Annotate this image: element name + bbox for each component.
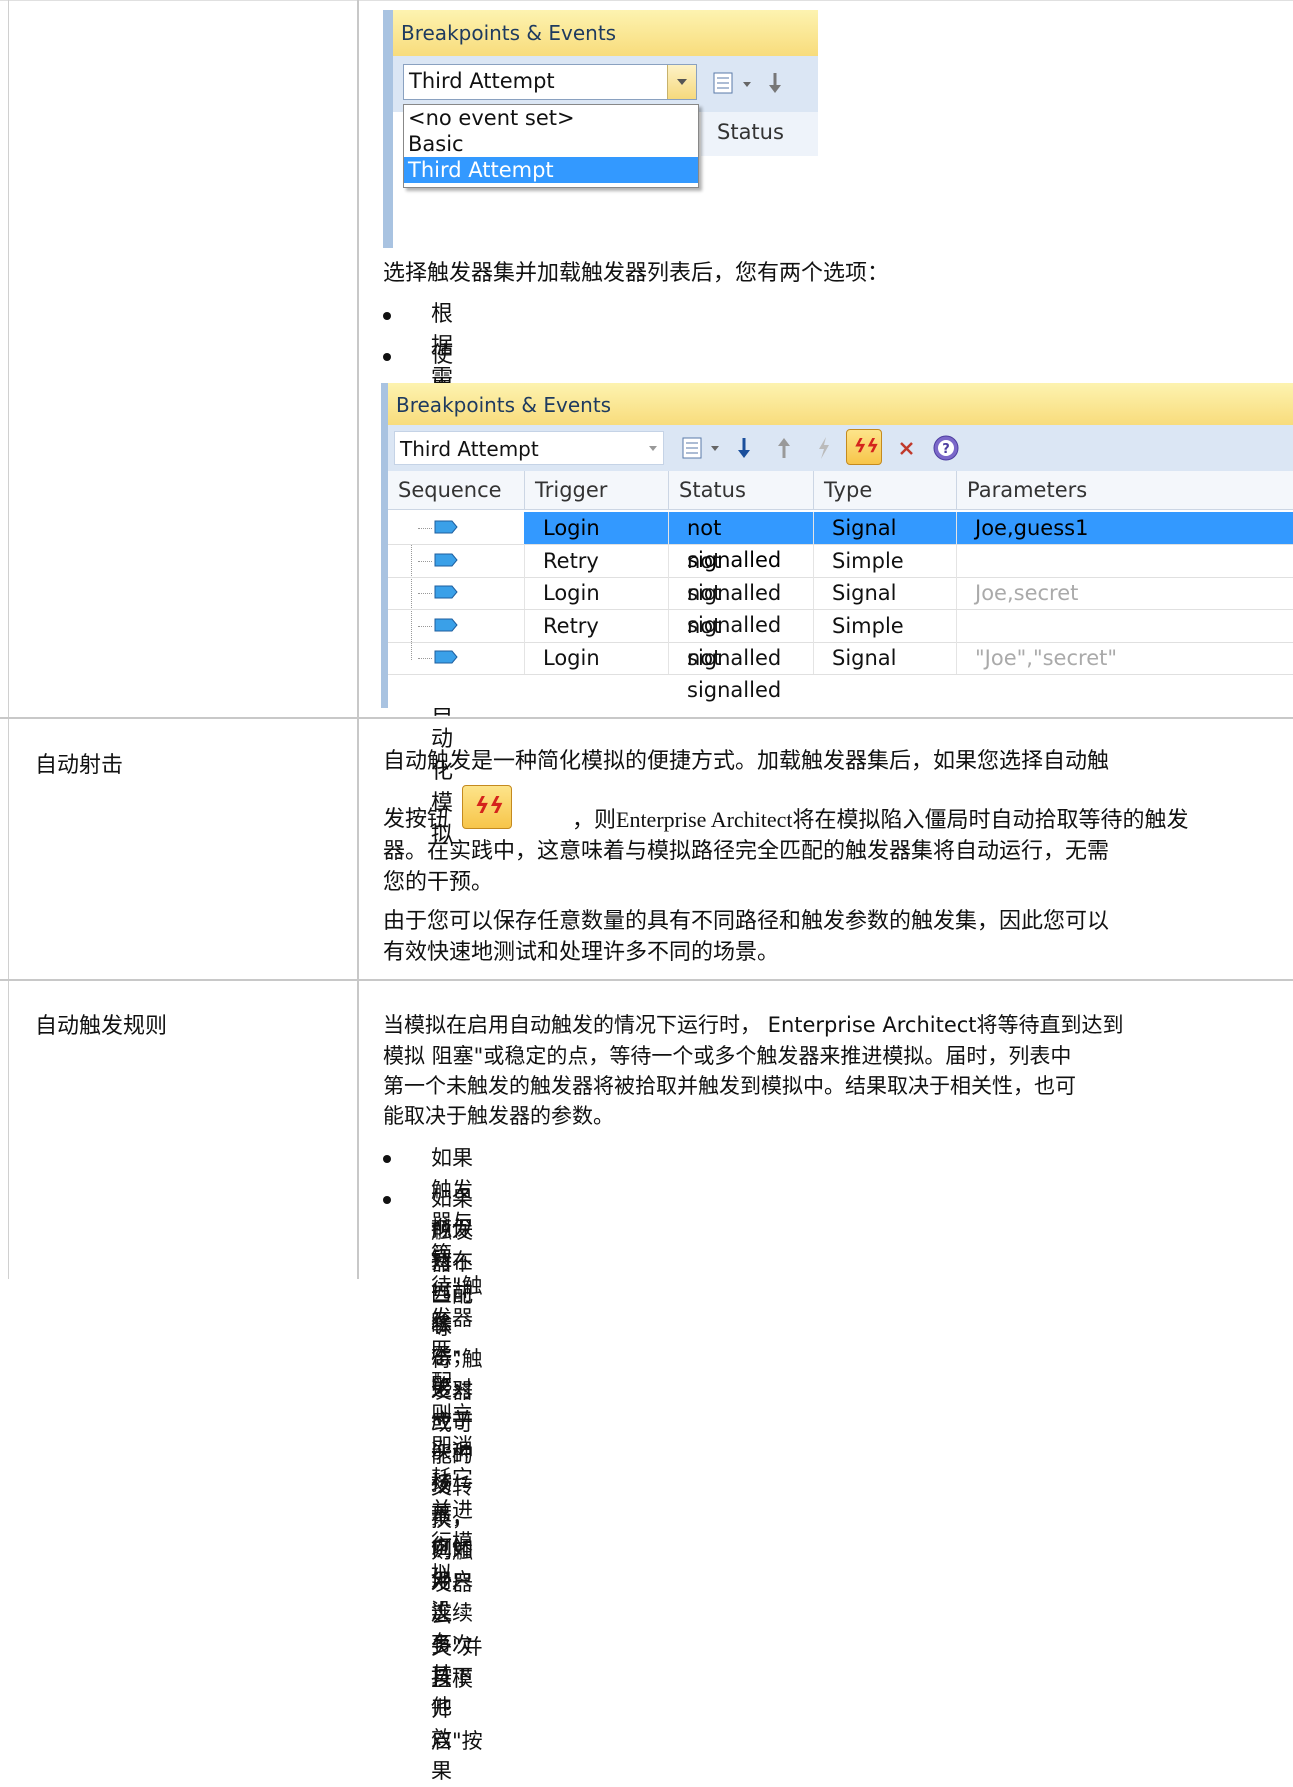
panel-left-bar <box>381 383 388 708</box>
combo-dropdown-button[interactable] <box>667 65 696 99</box>
column-header-trigger[interactable]: Trigger <box>525 471 669 509</box>
auto-fire-icon: ϟϟ <box>475 794 505 819</box>
status-column-header: Status <box>701 112 818 156</box>
event-set-combo[interactable]: Third Attempt <box>394 431 664 465</box>
panel-left-bar <box>383 10 393 248</box>
rules-paragraph-line: 当模拟在启用自动触发的情况下运行时， Enterprise Architect将… <box>383 1013 1124 1037</box>
dropdown-option-selected[interactable]: Third Attempt <box>404 157 698 183</box>
autofire-paragraph-line: 由于您可以保存任意数量的具有不同路径和触发参数的触发集，因此您可以 <box>383 909 1110 934</box>
svg-text:?: ? <box>942 442 950 457</box>
event-icon <box>434 585 458 599</box>
table-row[interactable]: Login not signalled Signal "Joe","secret… <box>388 642 1293 702</box>
column-header-sequence[interactable]: Sequence <box>388 471 525 509</box>
rules-paragraph-line: 模拟 阻塞"或稳定的点，等待一个或多个触发器来推进模拟。届时，列表中 <box>383 1044 1072 1068</box>
bullet-dot <box>383 1155 391 1163</box>
trigger-name: Retry <box>543 549 599 573</box>
trigger-type: Signal <box>832 581 897 605</box>
event-set-combo-value: Third Attempt <box>409 69 555 93</box>
lightning-icon[interactable] <box>814 435 834 461</box>
rules-paragraph-line: 能取决于触发器的参数。 <box>383 1104 614 1128</box>
event-icon <box>434 553 458 567</box>
trigger-type: Signal <box>832 646 897 670</box>
row-label-autofire-rules: 自动触发规则 <box>35 1014 168 1039</box>
bullet-dot <box>383 312 391 320</box>
trigger-type: Simple <box>832 614 904 638</box>
breakpoints-panel-dropdown-screenshot: Breakpoints & Events Third Attempt Statu… <box>383 10 818 248</box>
chevron-down-icon <box>677 79 687 85</box>
dropdown-option[interactable]: Basic <box>404 131 698 157</box>
panel-toolbar: Third Attempt ϟϟ ? <box>388 425 1293 471</box>
autofire-paragraph-line: 自动触发是一种简化模拟的便捷方式。加载触发器集后，如果您选择自动触 <box>383 749 1110 774</box>
table-row[interactable]: Retry not signalled Simple <box>388 545 1293 605</box>
trigger-type: Simple <box>832 549 904 573</box>
event-set-combo[interactable]: Third Attempt <box>403 64 697 100</box>
column-header-type[interactable]: Type <box>814 471 957 509</box>
autofire-paragraph-line: 有效快速地测试和处理许多不同的场景。 <box>383 940 780 965</box>
column-header-parameters[interactable]: Parameters <box>957 471 1293 509</box>
bullet-text: 钮 - 除了第一次按下之外没有其他效果 <box>431 1247 452 1783</box>
close-icon[interactable] <box>896 435 918 461</box>
table-row[interactable]: Login not signalled Signal Joe,secret <box>388 577 1293 637</box>
trigger-name: Login <box>543 581 600 605</box>
arrow-down-icon[interactable] <box>765 70 785 96</box>
trigger-name: Retry <box>543 614 599 638</box>
trigger-type: Signal <box>832 516 897 540</box>
chevron-down-icon[interactable] <box>743 82 751 87</box>
trigger-name: Login <box>543 646 600 670</box>
trigger-status: not signalled <box>687 646 782 702</box>
table-row[interactable]: Login not signalled Signal Joe,guess1 <box>388 512 1293 572</box>
auto-fire-button-image: ϟϟ <box>462 785 512 829</box>
breakpoints-panel-triggers-screenshot: Breakpoints & Events Third Attempt ϟϟ ? … <box>381 383 1293 708</box>
help-icon[interactable]: ? <box>931 433 961 463</box>
chevron-down-icon[interactable] <box>649 446 657 451</box>
panel-title: Breakpoints & Events <box>388 383 1293 425</box>
rules-paragraph-line: 第一个未触发的触发器将被拾取并触发到模拟中。结果取决于相关性，也可 <box>383 1074 1076 1098</box>
arrow-up-icon[interactable] <box>774 435 794 461</box>
event-icon <box>434 618 458 632</box>
dropdown-option[interactable]: <no event set> <box>404 105 698 131</box>
event-set-dropdown-list[interactable]: <no event set> Basic Third Attempt <box>403 104 699 188</box>
table-column-divider <box>357 0 359 1279</box>
table-row-divider <box>0 979 1293 981</box>
event-icon <box>434 520 458 534</box>
event-set-combo-value: Third Attempt <box>400 437 539 461</box>
bullet-dot <box>383 1196 391 1204</box>
autofire-paragraph-line: 发按钮 <box>383 804 449 836</box>
arrow-down-icon[interactable] <box>734 435 754 461</box>
table-top-border <box>0 0 1293 1</box>
autofire-paragraph-line: 您的干预。 <box>383 870 494 895</box>
auto-fire-icon: ϟϟ <box>854 435 880 457</box>
table-row-divider <box>0 717 1293 719</box>
table-left-border <box>8 0 9 1279</box>
panel-title: Breakpoints & Events <box>393 10 818 56</box>
trigger-table-header: Sequence Trigger Status Type Parameters <box>388 471 1293 510</box>
column-header-status[interactable]: Status <box>669 471 814 509</box>
event-icon <box>434 650 458 664</box>
trigger-params: Joe,secret <box>975 581 1079 605</box>
intro-text: 选择触发器集并加载触发器列表后，您有两个选项： <box>383 261 890 286</box>
autofire-text: 发按钮 <box>383 807 450 832</box>
list-icon[interactable] <box>711 70 737 96</box>
trigger-name: Login <box>543 516 600 540</box>
autofire-paragraph-line: 器。在实践中，这意味着与模拟路径完全匹配的触发器集将自动运行，无需 <box>383 839 1110 864</box>
list-icon[interactable] <box>680 435 706 461</box>
chevron-down-icon[interactable] <box>711 446 719 451</box>
row-label-autofire: 自动射击 <box>35 753 124 778</box>
table-row[interactable]: Retry not signalled Simple <box>388 610 1293 670</box>
bullet-dot <box>383 353 391 361</box>
trigger-params: "Joe","secret" <box>975 646 1118 670</box>
autofire-paragraph-line: ，则Enterprise Architect将在模拟陷入僵局时自动拾取等待的触发 <box>572 807 1189 832</box>
auto-fire-button[interactable]: ϟϟ <box>846 429 882 465</box>
trigger-params: Joe,guess1 <box>975 516 1089 540</box>
